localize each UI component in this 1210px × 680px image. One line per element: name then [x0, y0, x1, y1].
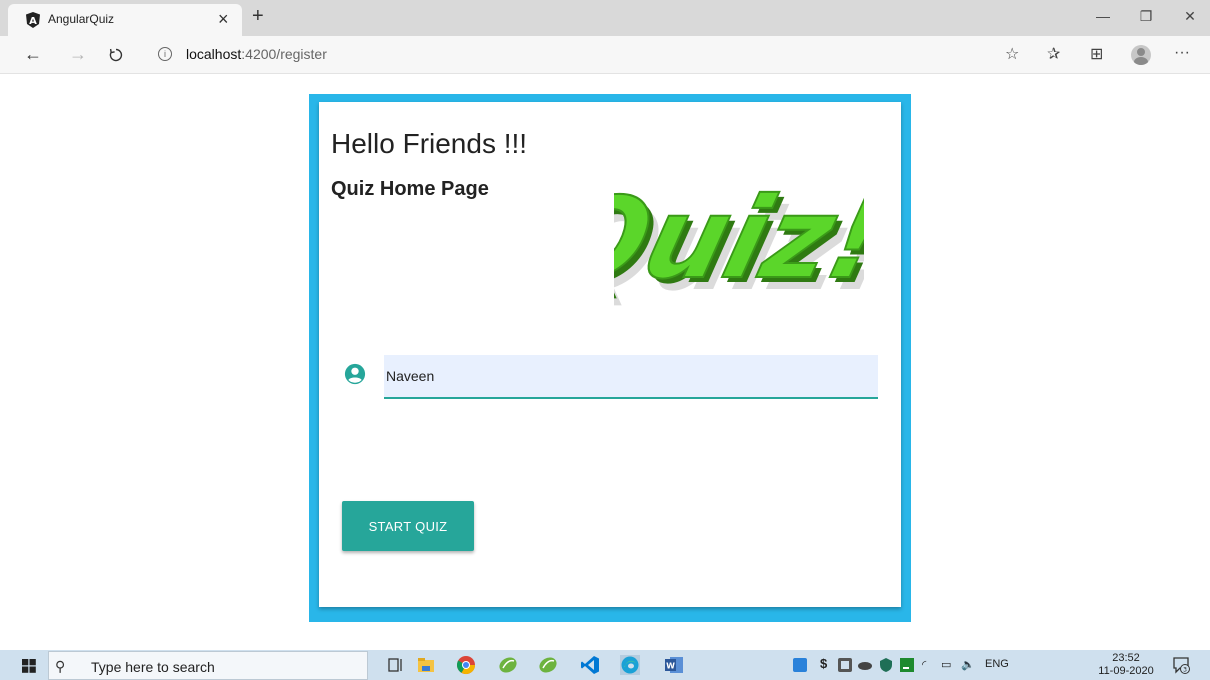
quiz-logo-image: Quiz! Quiz! Quiz!	[614, 172, 864, 316]
tab-strip: A AngularQuiz × + — ❐ ✕	[0, 0, 1210, 36]
url-path: :4200/register	[241, 46, 327, 62]
close-tab-icon[interactable]: ×	[218, 9, 229, 29]
language-indicator[interactable]: ENG	[985, 658, 1009, 670]
notification-count: 3	[1183, 667, 1187, 674]
favorite-star-icon[interactable]: ☆	[1005, 44, 1019, 64]
tray-network-app-icon[interactable]	[838, 658, 852, 672]
address-bar[interactable]: localhost:4200/register	[186, 46, 327, 62]
minimize-icon[interactable]: —	[1093, 8, 1113, 24]
onedrive-icon[interactable]	[857, 659, 873, 671]
clock-time: 23:52	[1112, 652, 1140, 664]
collections-icon[interactable]: ⊞	[1090, 44, 1103, 64]
search-placeholder: Type here to search	[91, 659, 215, 675]
battery-icon[interactable]: ▭	[941, 658, 951, 671]
url-host: localhost	[186, 46, 242, 62]
edge-icon[interactable]	[620, 655, 640, 675]
page-subheading: Quiz Home Page	[331, 178, 489, 200]
svg-text:W: W	[666, 662, 675, 671]
angular-icon: A	[26, 12, 40, 28]
spring-tool-2-icon[interactable]	[538, 655, 558, 675]
clock[interactable]: 23:52 11-09-2020	[1094, 652, 1158, 678]
site-info-icon[interactable]: i	[158, 47, 172, 61]
svg-text:A: A	[29, 16, 37, 27]
clock-date: 11-09-2020	[1098, 665, 1154, 677]
card-frame: Hello Friends !!! Quiz Home Page Quiz! Q…	[309, 94, 911, 622]
tray-dollar-icon[interactable]: $	[820, 656, 827, 671]
account-circle-icon	[344, 363, 366, 385]
volume-icon[interactable]: 🔈	[961, 658, 975, 671]
forward-icon[interactable]: →	[69, 43, 87, 65]
tray-shield-icon[interactable]	[879, 658, 893, 672]
browser-tab[interactable]: A AngularQuiz ×	[8, 4, 242, 36]
page-heading: Hello Friends !!!	[331, 128, 528, 159]
svg-text:Quiz!: Quiz!	[614, 173, 864, 304]
new-tab-icon[interactable]: +	[252, 5, 264, 27]
task-view-icon[interactable]	[386, 655, 406, 675]
browser-toolbar: ← → i localhost:4200/register ☆ ✰ ⊞ ···	[0, 36, 1210, 74]
start-quiz-button[interactable]: START QUIZ	[342, 501, 474, 551]
back-icon[interactable]: ←	[24, 43, 42, 65]
word-icon[interactable]: W	[664, 655, 684, 675]
refresh-icon[interactable]	[108, 47, 124, 63]
register-card: Hello Friends !!! Quiz Home Page Quiz! Q…	[319, 102, 901, 607]
wifi-icon[interactable]: ◜	[922, 658, 926, 671]
favorites-icon[interactable]: ✰	[1047, 44, 1060, 64]
taskbar-search[interactable]: ⚲ Type here to search	[48, 651, 368, 680]
vscode-icon[interactable]	[580, 655, 600, 675]
file-explorer-icon[interactable]	[416, 655, 436, 675]
more-options-icon[interactable]: ···	[1174, 44, 1190, 62]
search-icon: ⚲	[55, 658, 66, 674]
spring-tool-icon[interactable]	[498, 655, 518, 675]
window-close-icon[interactable]: ✕	[1180, 8, 1200, 25]
restore-icon[interactable]: ❐	[1136, 8, 1156, 25]
name-input[interactable]	[384, 355, 878, 399]
windows-start-icon[interactable]	[22, 659, 36, 673]
notifications-icon[interactable]: 3	[1172, 656, 1190, 674]
taskbar: ⚲ Type here to search W $ ◜ ▭ 🔈 ENG 23:5…	[0, 650, 1210, 680]
profile-avatar[interactable]	[1131, 45, 1151, 65]
chrome-icon[interactable]	[456, 655, 476, 675]
intellij-icon[interactable]	[900, 658, 914, 672]
tray-app-icon[interactable]	[793, 658, 807, 672]
tab-title: AngularQuiz	[48, 12, 115, 26]
